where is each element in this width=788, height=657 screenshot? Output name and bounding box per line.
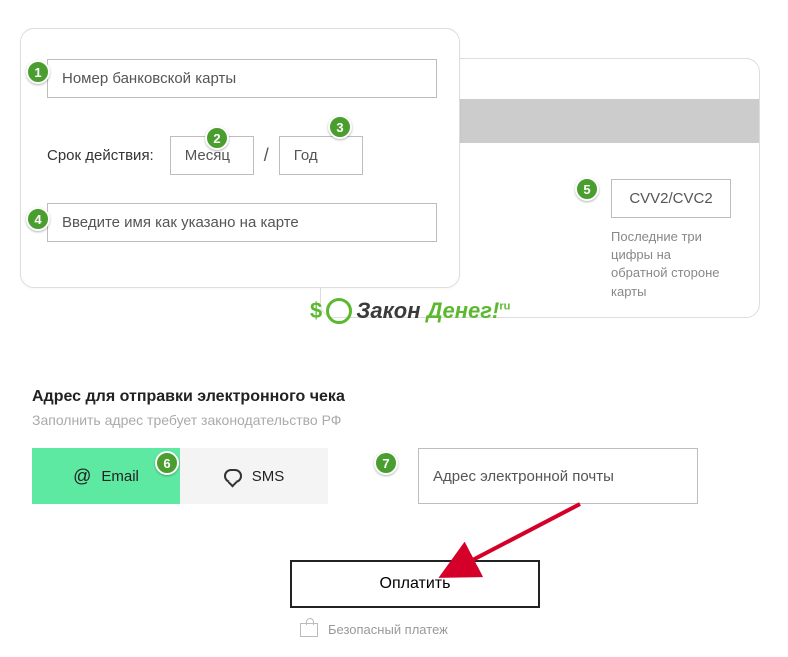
sms-method-button[interactable]: SMS [180, 448, 328, 504]
cvv-hint-text: Последние три цифры на обратной стороне … [611, 228, 731, 301]
logo-ru: ru [499, 301, 510, 313]
expiry-year-input[interactable] [279, 136, 363, 175]
cvv-input[interactable] [611, 179, 731, 218]
sms-method-label: SMS [252, 468, 285, 485]
cardholder-name-input[interactable] [47, 203, 437, 242]
receipt-subtitle: Заполнить адрес требует законодательство… [32, 412, 752, 428]
lock-icon [300, 623, 318, 637]
secure-payment-row: Безопасный платеж [300, 622, 448, 637]
clock-icon [326, 298, 352, 324]
annotation-badge-3: 3 [328, 115, 352, 139]
dollar-icon: $ [310, 298, 322, 324]
expiry-slash: / [264, 145, 269, 166]
receipt-section: Адрес для отправки электронного чека Зап… [32, 388, 752, 504]
annotation-badge-1: 1 [26, 60, 50, 84]
cvv-section: Последние три цифры на обратной стороне … [611, 179, 731, 301]
email-method-label: Email [101, 468, 139, 485]
expiry-row: Срок действия: / [47, 136, 433, 175]
annotation-badge-5: 5 [575, 177, 599, 201]
logo-text-2: Денег! [421, 298, 500, 323]
expiry-label: Срок действия: [47, 147, 154, 164]
card-number-input[interactable] [47, 59, 437, 98]
annotation-badge-6: 6 [155, 451, 179, 475]
logo-text-1: Закон [356, 298, 420, 323]
at-icon: @ [73, 466, 91, 487]
receipt-title: Адрес для отправки электронного чека [32, 388, 752, 406]
secure-payment-label: Безопасный платеж [328, 622, 448, 637]
card-front-panel: Срок действия: / [20, 28, 460, 288]
sms-icon [224, 469, 242, 483]
annotation-badge-4: 4 [26, 207, 50, 231]
email-address-input[interactable] [418, 448, 698, 504]
annotation-badge-7: 7 [374, 451, 398, 475]
annotation-badge-2: 2 [205, 126, 229, 150]
logo-watermark: $ Закон Денег!ru [310, 298, 510, 324]
pay-button[interactable]: Оплатить [290, 560, 540, 608]
